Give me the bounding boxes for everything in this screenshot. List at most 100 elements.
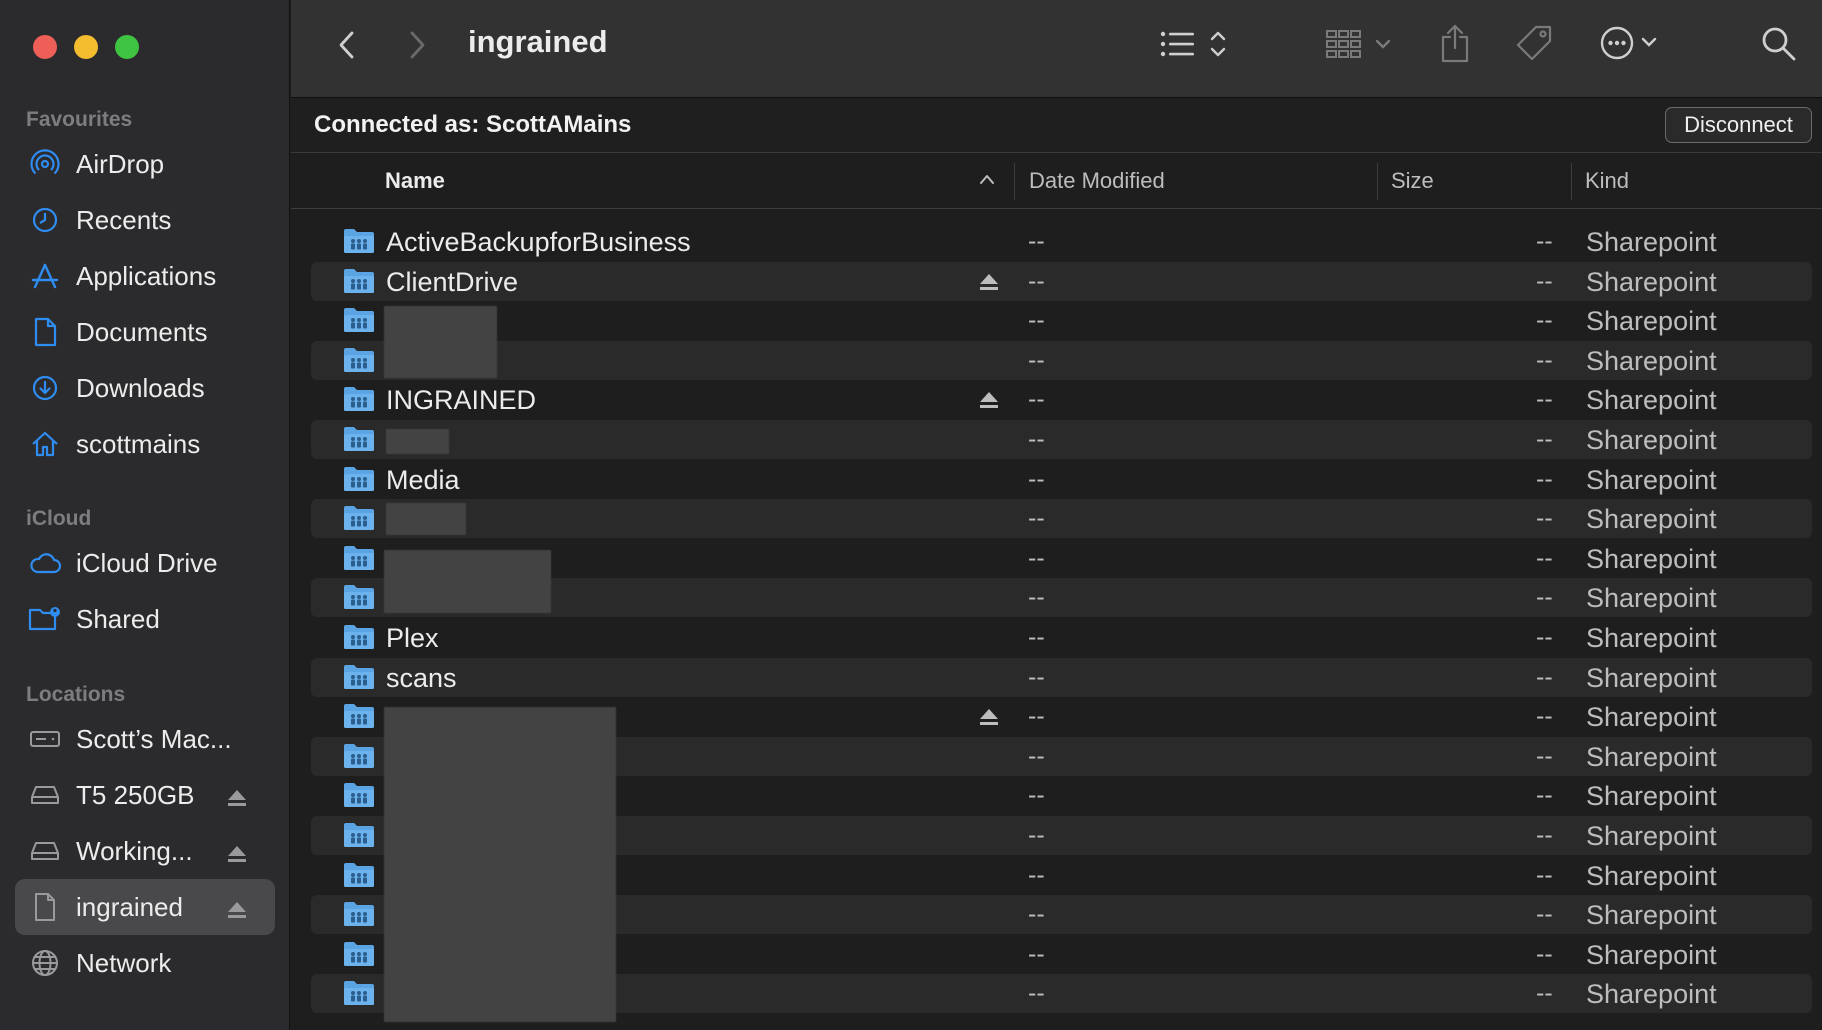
sidebar-item-working[interactable]: Working...: [0, 823, 290, 879]
column-header-name[interactable]: Name: [385, 168, 445, 194]
close-window-button[interactable]: [33, 35, 57, 59]
list-view-button[interactable]: [1159, 28, 1235, 64]
sidebar-item-recents[interactable]: Recents: [0, 192, 290, 248]
file-kind: Sharepoint: [1586, 939, 1717, 970]
sidebar-item-label: iCloud Drive: [76, 547, 218, 578]
sidebar-item-label: Documents: [76, 316, 208, 347]
back-button[interactable]: [333, 28, 361, 62]
redacted-name-blur: [386, 429, 449, 454]
sidebar-item-label: Network: [76, 947, 172, 978]
sidebar-item-downloads[interactable]: Downloads: [0, 360, 290, 416]
sort-ascending-icon[interactable]: [979, 172, 995, 190]
file-kind: Sharepoint: [1586, 464, 1717, 495]
icloud-header: iCloud: [26, 507, 92, 530]
column-divider[interactable]: [1571, 163, 1572, 200]
minimize-window-button[interactable]: [74, 35, 98, 59]
file-row[interactable]: -- -- Sharepoint: [311, 301, 1812, 340]
eject-icon[interactable]: [978, 272, 1000, 297]
file-size: --: [1536, 504, 1553, 533]
file-row[interactable]: -- -- Sharepoint: [311, 340, 1812, 380]
sidebar: Favourites AirDrop Recents Applications …: [0, 0, 290, 1030]
eject-icon[interactable]: [978, 707, 1000, 732]
file-row[interactable]: scans -- -- Sharepoint: [311, 657, 1812, 697]
shared-folder-icon: [343, 545, 375, 576]
file-size: --: [1536, 900, 1553, 929]
favourites-section: Favourites AirDrop Recents Applications …: [0, 104, 290, 472]
forward-button[interactable]: [403, 28, 431, 62]
sidebar-item-scottmains[interactable]: scottmains: [0, 416, 290, 472]
sidebar-item-label: Scott’s Mac...: [76, 723, 232, 754]
sidebar-item-label: ingrained: [76, 891, 183, 922]
file-size: --: [1536, 543, 1553, 572]
file-date-modified: --: [1028, 385, 1045, 414]
shared-folder-icon: [343, 782, 375, 813]
tag-button[interactable]: [1513, 24, 1555, 66]
file-name: INGRAINED: [386, 385, 537, 416]
sidebar-item-label: Downloads: [76, 372, 205, 403]
eject-icon[interactable]: [226, 784, 248, 815]
sidebar-item-ingrained[interactable]: ingrained: [15, 879, 275, 935]
eject-icon[interactable]: [978, 390, 1000, 415]
file-size: --: [1536, 266, 1553, 295]
file-size: --: [1536, 860, 1553, 889]
file-row[interactable]: -- -- Sharepoint: [311, 420, 1812, 459]
file-size: --: [1536, 939, 1553, 968]
zoom-window-button[interactable]: [115, 35, 139, 59]
computer-icon: [28, 722, 62, 756]
file-row[interactable]: Media -- -- Sharepoint: [311, 460, 1812, 499]
shared-folder-icon: [343, 901, 375, 932]
search-icon: [1761, 26, 1797, 67]
file-size: --: [1536, 821, 1553, 849]
column-header-kind[interactable]: Kind: [1585, 168, 1629, 194]
sidebar-item-label: Working...: [76, 835, 193, 866]
file-date-modified: --: [1028, 543, 1045, 572]
file-date-modified: --: [1028, 662, 1045, 691]
sidebar-item-scotts-mac[interactable]: Scott’s Mac...: [0, 711, 290, 767]
column-header-size[interactable]: Size: [1391, 168, 1434, 194]
file-row[interactable]: ActiveBackupforBusiness -- -- Sharepoint: [311, 222, 1812, 261]
sidebar-item-documents[interactable]: Documents: [0, 304, 290, 360]
shared-folder-icon: [343, 307, 375, 338]
shared-folder-icon: [343, 386, 375, 417]
file-size: --: [1536, 781, 1553, 810]
locations-header: Locations: [26, 683, 126, 706]
sidebar-item-airdrop[interactable]: AirDrop: [0, 136, 290, 192]
sidebar-item-applications[interactable]: Applications: [0, 248, 290, 304]
share-button[interactable]: [1437, 24, 1473, 66]
shared-folder-icon: [343, 822, 375, 853]
more-actions-button[interactable]: [1599, 24, 1663, 66]
home-icon: [28, 427, 62, 461]
file-size: --: [1536, 623, 1553, 651]
sidebar-item-shared[interactable]: Shared: [0, 591, 290, 647]
sidebar-item-label: scottmains: [76, 428, 201, 459]
eject-icon[interactable]: [226, 840, 248, 871]
file-kind: Sharepoint: [1586, 385, 1717, 416]
disconnect-button[interactable]: Disconnect: [1665, 107, 1812, 143]
sidebar-item-label: Shared: [76, 603, 160, 634]
shared-folder-icon: [343, 703, 375, 734]
sidebar-item-t5-250gb[interactable]: T5 250GB: [0, 767, 290, 823]
file-kind: Sharepoint: [1586, 425, 1717, 455]
share-icon: [1439, 23, 1471, 68]
file-date-modified: --: [1028, 860, 1045, 889]
file-row[interactable]: INGRAINED -- -- Sharepoint: [311, 380, 1812, 419]
eject-icon[interactable]: [226, 896, 248, 927]
file-date-modified: --: [1028, 266, 1045, 295]
column-divider[interactable]: [1014, 163, 1015, 200]
sidebar-item-icloud-drive[interactable]: iCloud Drive: [0, 535, 290, 591]
column-header-date-modified[interactable]: Date Modified: [1029, 168, 1165, 194]
shared-folder-icon: [343, 743, 375, 774]
shared-folder-icon: [343, 584, 375, 615]
file-row[interactable]: ClientDrive -- -- Sharepoint: [311, 261, 1812, 301]
file-size: --: [1536, 662, 1553, 691]
search-button[interactable]: [1759, 26, 1799, 66]
file-row[interactable]: -- -- Sharepoint: [311, 499, 1812, 539]
file-row[interactable]: Plex -- -- Sharepoint: [311, 618, 1812, 657]
sidebar-item-label: Applications: [76, 260, 217, 291]
sidebar-item-network[interactable]: Network: [0, 935, 290, 991]
ellipsis-circle-icon: [1599, 23, 1663, 68]
shared-folder-icon: [343, 862, 375, 893]
group-button[interactable]: [1325, 28, 1397, 64]
file-date-modified: --: [1028, 425, 1045, 453]
column-divider[interactable]: [1377, 163, 1378, 200]
